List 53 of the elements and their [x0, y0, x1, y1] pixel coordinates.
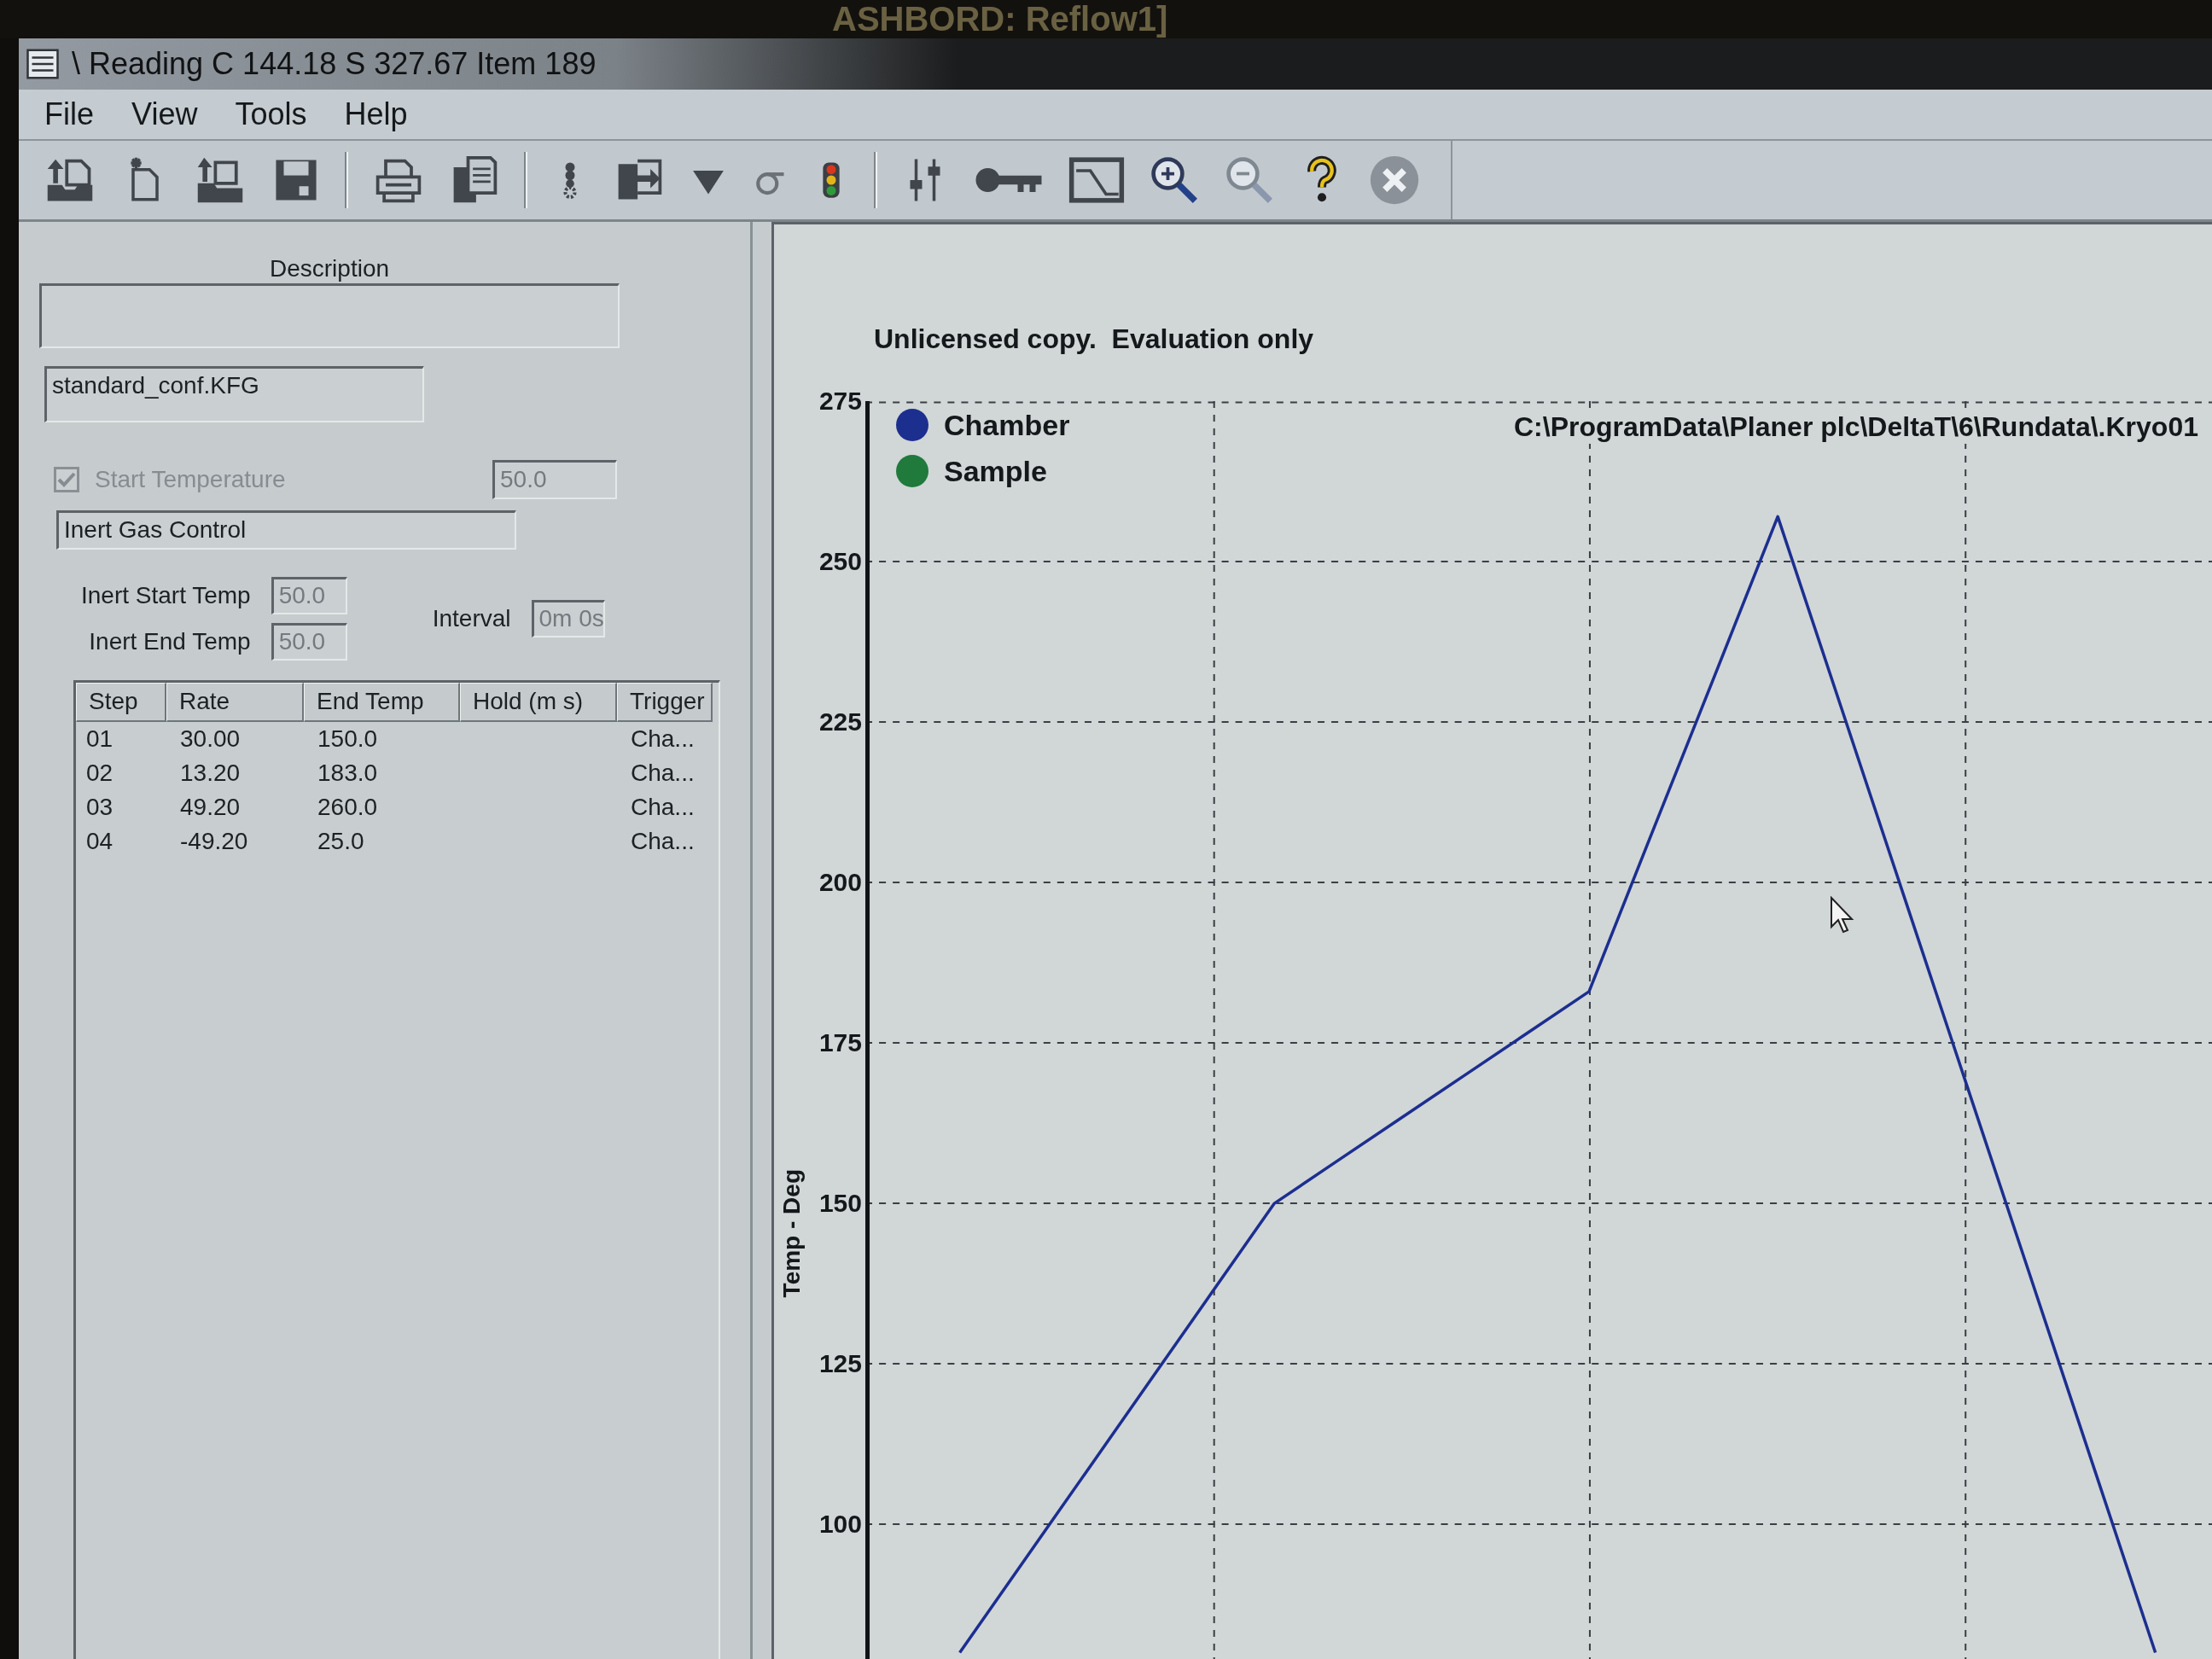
- chart-window-icon[interactable]: [1068, 154, 1125, 206]
- legend-label: Chamber: [944, 408, 1070, 442]
- evaluation-notice: Unlicensed copy. Evaluation only: [874, 323, 1314, 356]
- column-header[interactable]: End Temp: [304, 683, 460, 722]
- axis-tick-label: 250: [818, 547, 862, 576]
- table-cell-text: 25.0: [317, 827, 365, 856]
- table-cell-text: 03: [85, 793, 114, 822]
- axis-title: Temp - Deg: [779, 1168, 805, 1297]
- table-cell-text: 04: [85, 827, 114, 856]
- app-icon[interactable]: [26, 47, 60, 81]
- table-cell-text: 183.0: [317, 759, 379, 788]
- table-cell-text: Cha...: [630, 827, 696, 856]
- table-cell-text: Cha...: [630, 793, 696, 822]
- column-header[interactable]: Trigger: [617, 683, 713, 722]
- file-name-field[interactable]: standard_conf.KFG: [44, 366, 424, 422]
- table-cell-text: 49.20: [179, 793, 242, 822]
- table-cell-text: 02: [85, 759, 114, 788]
- axis-tick-label: 100: [818, 1510, 862, 1540]
- table-cell-text: Cha...: [630, 759, 696, 788]
- axis-tick-label: 275: [818, 387, 862, 416]
- axis-tick-label: 225: [818, 707, 862, 736]
- menu-item[interactable]: File: [29, 93, 109, 136]
- zoom-out-icon[interactable]: [1224, 154, 1275, 206]
- description-field[interactable]: [39, 283, 620, 348]
- field-label: Inert Start Temp: [81, 581, 251, 610]
- field-label: Inert End Temp: [88, 627, 251, 656]
- table-cell-text: 260.0: [317, 793, 379, 822]
- table-cell-text: 01: [85, 725, 114, 754]
- axis-tick-label: 125: [818, 1349, 862, 1379]
- column-header[interactable]: Hold (m s): [460, 683, 617, 722]
- axis-tick-label: 200: [818, 868, 862, 897]
- cursor-icon: [1830, 896, 1855, 935]
- window-title: \ Reading C 144.18 S 327.67 Item 189: [72, 45, 597, 83]
- section-title-field[interactable]: Inert Gas Control: [56, 510, 516, 550]
- checkbox-label: Start Temperature: [95, 465, 286, 494]
- table-cell-text: 150.0: [317, 725, 379, 754]
- column-header[interactable]: Rate: [166, 683, 304, 722]
- menu-item[interactable]: Tools: [219, 93, 323, 136]
- field-label: Interval: [432, 604, 511, 633]
- menu-item[interactable]: View: [116, 93, 213, 136]
- column-header[interactable]: Step: [76, 683, 166, 722]
- field-label: Description: [268, 254, 391, 283]
- axis-tick-label: 175: [818, 1028, 862, 1058]
- close-icon[interactable]: [1369, 154, 1420, 206]
- table-cell-text: -49.20: [179, 827, 249, 856]
- menu-item[interactable]: Help: [329, 93, 423, 136]
- table-cell-text: 13.20: [179, 759, 242, 788]
- table-cell-text: Cha...: [630, 725, 696, 754]
- table-cell-text: 30.00: [179, 725, 242, 754]
- background-window-title: ASHBORD: Reflow1]: [832, 0, 1168, 38]
- legend-label: Sample: [944, 454, 1047, 488]
- zoom-in-icon[interactable]: [1149, 154, 1200, 206]
- axis-tick-label: 150: [818, 1189, 862, 1219]
